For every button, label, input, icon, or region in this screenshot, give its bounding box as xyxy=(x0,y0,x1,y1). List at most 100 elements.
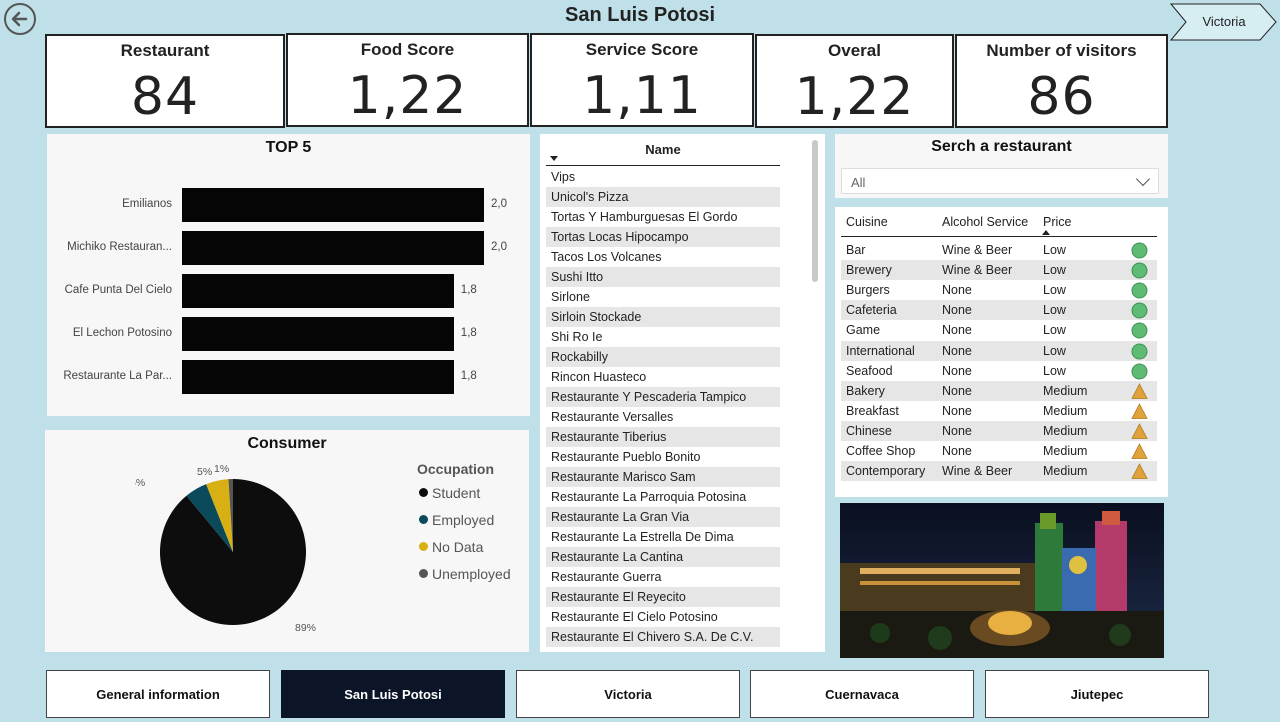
orange-triangle-icon xyxy=(1131,463,1148,486)
name-row[interactable]: Restaurante La Cantina xyxy=(546,547,780,567)
nav-jiutepec[interactable]: Jiutepec xyxy=(985,670,1209,718)
bar-value-label: 1,8 xyxy=(460,327,477,339)
name-row[interactable]: Restaurante La Estrella De Dima xyxy=(546,527,780,547)
cuisine-row[interactable]: International None Low xyxy=(841,340,1157,361)
cuisine-cell-alcohol: None xyxy=(942,363,972,378)
cuisine-cell-cuisine: Coffee Shop xyxy=(846,444,916,458)
name-row[interactable]: Restaurante El Cielo Potosino xyxy=(546,607,780,627)
name-row[interactable]: Restaurante Pueblo Bonito xyxy=(546,447,780,467)
bar[interactable] xyxy=(182,360,454,394)
name-row[interactable]: Sirlone xyxy=(546,287,780,307)
col-price[interactable]: Price xyxy=(1043,215,1071,229)
cuisine-row[interactable]: Burgers None Low xyxy=(841,280,1157,300)
dropdown-value: All xyxy=(851,175,866,190)
cuisine-cell-cuisine: International xyxy=(846,343,915,358)
cuisine-row[interactable]: Bar Wine & Beer Low xyxy=(841,240,1157,260)
name-row[interactable]: Tortas Locas Hipocampo xyxy=(546,227,780,247)
top5-bar-row[interactable]: Cafe Punta Del Cielo 1,8 xyxy=(47,274,530,308)
name-row[interactable]: Restaurante Marisco Sam xyxy=(546,467,780,487)
bar[interactable] xyxy=(182,188,484,222)
cuisine-row[interactable]: Contemporary Wine & Beer Medium xyxy=(841,461,1157,482)
names-header[interactable]: Name xyxy=(546,140,780,166)
cuisine-cell-alcohol: None xyxy=(942,383,972,398)
name-row[interactable]: Shi Ro Ie xyxy=(546,327,780,347)
name-row[interactable]: Restaurante La Gran Via xyxy=(546,507,780,527)
cuisine-row[interactable]: Chinese None Medium xyxy=(841,420,1157,441)
cuisine-cell-price: Low xyxy=(1043,343,1066,358)
col-alcohol[interactable]: Alcohol Service xyxy=(942,215,1028,229)
bar[interactable] xyxy=(182,317,454,351)
pie-value-label: 5% xyxy=(197,466,212,478)
name-row[interactable]: Sirloin Stockade xyxy=(546,307,780,327)
restaurant-dropdown[interactable]: All xyxy=(841,168,1159,194)
name-row[interactable]: Restaurante Y Pescaderia Tampico xyxy=(546,387,780,407)
nav-victoria-label: Victoria xyxy=(1202,14,1246,29)
name-row[interactable]: Restaurante Guerra xyxy=(546,567,780,587)
name-row[interactable]: Restaurante El Reyecito xyxy=(546,587,780,607)
name-row[interactable]: Tacos Los Volcanes xyxy=(546,247,780,267)
legend-label: Employed xyxy=(432,512,495,528)
nav-general-information[interactable]: General information xyxy=(46,670,270,718)
cuisine-cell-cuisine: Contemporary xyxy=(846,464,926,479)
name-row[interactable]: Rincon Huasteco xyxy=(546,367,780,387)
bar-value-label: 1,8 xyxy=(460,284,477,296)
nav-victoria[interactable]: Victoria xyxy=(516,670,740,718)
legend-label: No Data xyxy=(432,539,484,555)
legend-item[interactable]: Unemployed xyxy=(419,566,511,582)
names-header-label: Name xyxy=(645,142,681,157)
top5-bar-row[interactable]: Emilianos 2,0 xyxy=(47,188,530,222)
names-scrollbar[interactable] xyxy=(812,140,818,282)
top5-bar-row[interactable]: El Lechon Potosino 1,8 xyxy=(47,317,530,351)
name-row[interactable]: Vips xyxy=(546,167,780,187)
bar-value-label: 2,0 xyxy=(491,241,507,253)
name-row[interactable]: Unicol's Pizza xyxy=(546,187,780,207)
nav-san-luis-potosi[interactable]: San Luis Potosi xyxy=(281,670,505,718)
bar[interactable] xyxy=(182,231,484,265)
cuisine-cell-cuisine: Brewery xyxy=(846,263,892,278)
legend-dot-icon xyxy=(419,488,428,497)
bar-value-label: 1,8 xyxy=(460,370,477,382)
name-row[interactable]: Restaurante Tiberius xyxy=(546,427,780,447)
cuisine-row[interactable]: Bakery None Medium xyxy=(841,380,1157,401)
cuisine-cell-price: Low xyxy=(1043,243,1066,257)
cuisine-row[interactable]: Brewery Wine & Beer Low xyxy=(841,260,1157,281)
cuisine-table: Cuisine Alcohol Service Price Bar Wine & … xyxy=(835,207,1168,497)
kpi-food-score: Food Score 1,22 xyxy=(286,33,529,127)
nav-cuernavaca[interactable]: Cuernavaca xyxy=(750,670,974,718)
legend-label: Student xyxy=(432,485,481,501)
cuisine-row[interactable]: Coffee Shop None Medium xyxy=(841,441,1157,461)
name-row[interactable]: Rockabilly xyxy=(546,347,780,367)
name-row[interactable]: Tortas Y Hamburguesas El Gordo xyxy=(546,207,780,227)
bar-category-label: Restaurante La Par... xyxy=(63,370,172,382)
top5-bar-row[interactable]: Michiko Restauran... 2,0 xyxy=(47,231,530,265)
top5-title: TOP 5 xyxy=(265,139,312,156)
top5-bar-row[interactable]: Restaurante La Par... 1,8 xyxy=(47,360,530,394)
name-row[interactable]: Sushi Itto xyxy=(546,267,780,287)
cuisine-header: Cuisine Alcohol Service Price xyxy=(841,207,1157,237)
legend-dot-icon xyxy=(419,569,428,578)
cuisine-row[interactable]: Game None Low xyxy=(841,320,1157,340)
cuisine-cell-cuisine: Burgers xyxy=(846,283,890,298)
name-row[interactable]: Restaurante Versalles xyxy=(546,407,780,427)
kpi-label: Overal xyxy=(828,41,881,60)
city-photo xyxy=(840,503,1164,658)
kpi-label: Restaurant xyxy=(120,41,210,60)
legend-item[interactable]: Student xyxy=(419,485,480,501)
cuisine-row[interactable]: Cafeteria None Low xyxy=(841,300,1157,321)
pie-value-label: 1% xyxy=(214,463,229,475)
cuisine-row[interactable]: Seafood None Low xyxy=(841,361,1157,381)
kpi-value: 1,22 xyxy=(794,67,915,127)
name-row[interactable]: Restaurante La Parroquia Potosina xyxy=(546,487,780,507)
cuisine-cell-cuisine: Cafeteria xyxy=(846,303,897,318)
legend-dot-icon xyxy=(419,542,428,551)
kpi-value: 86 xyxy=(1027,67,1096,127)
legend-item[interactable]: Employed xyxy=(419,512,494,528)
name-row[interactable]: Restaurante El Chivero S.A. De C.V. xyxy=(546,627,780,647)
bar[interactable] xyxy=(182,274,454,308)
consumer-title: Consumer xyxy=(247,435,327,452)
search-card: Serch a restaurant All xyxy=(835,134,1168,198)
cuisine-row[interactable]: Breakfast None Medium xyxy=(841,401,1157,421)
nav-victoria-button[interactable]: Victoria xyxy=(1170,3,1278,41)
legend-item[interactable]: No Data xyxy=(419,539,483,555)
col-cuisine[interactable]: Cuisine xyxy=(846,215,888,229)
